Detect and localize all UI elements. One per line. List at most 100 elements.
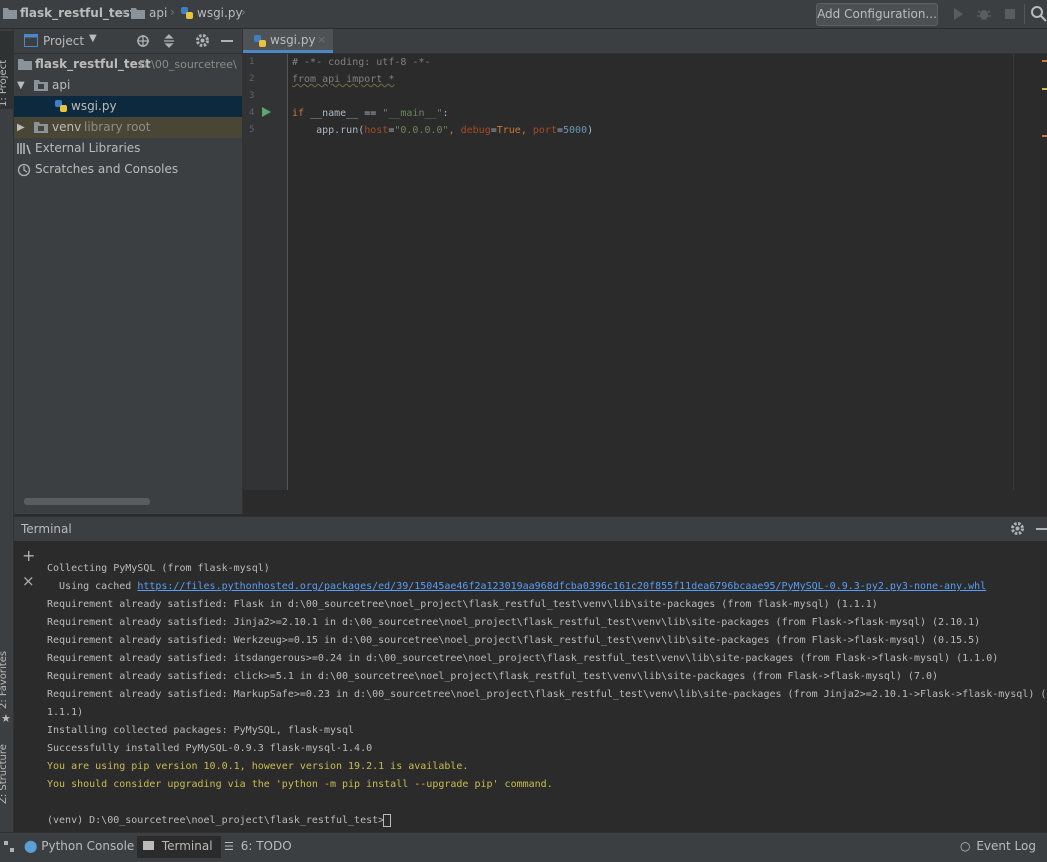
- scratches-icon: [17, 163, 31, 177]
- tree-item-label: wsgi.py: [71, 99, 117, 113]
- tree-item-wsgi[interactable]: wsgi.py: [14, 96, 242, 117]
- code-line-2: from api import *: [292, 74, 394, 85]
- tab-label: Terminal: [161, 839, 213, 853]
- tree-item-project-root[interactable]: flask_restful_test D:\00_sourcetree\: [14, 54, 242, 75]
- breadcrumb-api[interactable]: api: [149, 6, 167, 20]
- terminal-text: 1.1.1): [47, 707, 84, 718]
- tab-label: wsgi.py: [270, 33, 316, 47]
- code-line-4: if __name__ == "__main__":: [292, 108, 449, 119]
- tree-item-scratches[interactable]: Scratches and Consoles: [14, 159, 242, 180]
- terminal-link[interactable]: https://files.pythonhosted.org/packages/…: [137, 581, 986, 592]
- gear-icon[interactable]: [1010, 521, 1025, 536]
- code-token: 5000: [563, 125, 588, 136]
- terminal-header: Terminal: [14, 516, 1047, 542]
- tree-item-external-libraries[interactable]: External Libraries: [14, 138, 242, 159]
- terminal-text: Successfully installed PyMySQL-0.9.3 fla…: [47, 743, 373, 754]
- favorites-tool-tab[interactable]: 2: Favorites: [0, 651, 9, 709]
- terminal-text: Installing collected packages: PyMySQL, …: [47, 725, 355, 736]
- code-token: ==: [358, 108, 383, 119]
- list-icon: ☰: [224, 840, 234, 853]
- code-editor[interactable]: # -*- coding: utf-8 -*- from api import …: [288, 54, 1012, 490]
- gear-icon[interactable]: [195, 33, 210, 48]
- folder-icon: [3, 8, 17, 19]
- terminal-text: (venv) D:\00_sourcetree\noel_project\fla…: [47, 815, 385, 826]
- code-token: __name__: [310, 108, 359, 119]
- project-panel-header: Project ▼: [14, 29, 242, 54]
- scrollbar-thumb[interactable]: [24, 498, 150, 505]
- structure-icon: [4, 841, 14, 852]
- breadcrumb-separator: ›: [121, 5, 126, 19]
- tree-item-hint: library root: [84, 120, 151, 134]
- code-token: ): [587, 125, 594, 136]
- toolbar-divider: [1024, 4, 1025, 24]
- search-icon[interactable]: [1030, 5, 1047, 23]
- terminal-prompt: (venv) D:\00_sourcetree\noel_project\fla…: [47, 814, 392, 827]
- terminal-line: Requirement already satisfied: MarkupSaf…: [47, 689, 1046, 700]
- event-log-tab[interactable]: ○ Event Log: [960, 839, 1036, 853]
- navigation-bar: flask_restful_test › api › wsgi.py › Add…: [0, 0, 1047, 29]
- breadcrumb-separator: ›: [170, 5, 175, 19]
- todo-tab[interactable]: ☰ 6: TODO: [224, 839, 292, 853]
- structure-tool-tab[interactable]: Z: Structure: [0, 744, 9, 804]
- breadcrumb-separator: ›: [241, 5, 246, 19]
- terminal-tab[interactable]: Terminal: [137, 836, 221, 858]
- code-line-1: # -*- coding: utf-8 -*-: [292, 57, 430, 68]
- tree-item-venv[interactable]: ▶ venv library root: [14, 117, 242, 138]
- folder-icon: [18, 59, 32, 70]
- warning-marker[interactable]: [1042, 135, 1047, 137]
- code-token: host: [364, 125, 389, 136]
- terminal-line: Requirement already satisfied: itsdanger…: [47, 653, 998, 664]
- python-icon: ⬤: [24, 839, 38, 853]
- new-session-icon[interactable]: +: [22, 546, 35, 565]
- python-file-icon: [254, 35, 266, 47]
- tab-label: 6: TODO: [240, 839, 292, 853]
- run-gutter-icon[interactable]: [262, 107, 271, 117]
- close-icon[interactable]: ×: [317, 29, 326, 51]
- terminal-output[interactable]: Collecting PyMySQL (from flask-mysql) Us…: [40, 541, 1047, 832]
- terminal-line: You are using pip version 10.0.1, howeve…: [47, 761, 468, 772]
- project-tool-tab[interactable]: 1: Project: [0, 60, 9, 107]
- breadcrumb-project[interactable]: flask_restful_test: [20, 6, 136, 20]
- stop-icon[interactable]: [1001, 5, 1019, 23]
- project-view-dropdown[interactable]: Project: [43, 34, 84, 48]
- terminal-text: Requirement already satisfied: Jinja2>=2…: [47, 617, 981, 628]
- code-token: port: [532, 125, 557, 136]
- code-token: if: [292, 108, 311, 119]
- code-token: :: [442, 108, 449, 119]
- chevron-down-icon[interactable]: ▼: [89, 33, 97, 44]
- code-token: ,: [448, 125, 461, 136]
- code-token: app.run(: [292, 125, 365, 136]
- code-token: "0.0.0.0": [394, 125, 449, 136]
- tab-wsgi[interactable]: wsgi.py ×: [243, 29, 333, 53]
- project-panel: Project ▼ flask_restful_test D:\00_sourc…: [14, 29, 243, 514]
- python-file-icon: [55, 100, 67, 112]
- tree-item-api[interactable]: ▼ api: [14, 75, 242, 96]
- terminal-line: Successfully installed PyMySQL-0.9.3 fla…: [47, 743, 372, 754]
- close-session-icon[interactable]: ×: [22, 572, 35, 590]
- left-tool-strip: 1: Project 2: Favorites ★ Z: Structure: [0, 29, 14, 832]
- chevron-right-icon[interactable]: ▶: [17, 117, 25, 138]
- minimize-icon[interactable]: [221, 40, 233, 42]
- tree-item-label: flask_restful_test: [35, 57, 151, 71]
- editor-tab-bar: wsgi.py ×: [243, 29, 1047, 54]
- collapse-all-icon[interactable]: [162, 34, 176, 48]
- chevron-down-icon[interactable]: ▼: [17, 75, 25, 96]
- run-icon[interactable]: [949, 5, 967, 23]
- python-console-tab[interactable]: ⬤ Python Console: [24, 839, 134, 853]
- code-line-5: app.run(host="0.0.0.0", debug=True, port…: [292, 125, 593, 136]
- line-number: 5: [249, 125, 255, 135]
- folder-icon: [34, 122, 48, 133]
- breadcrumb-file[interactable]: wsgi.py: [197, 6, 243, 20]
- terminal-icon: [143, 841, 154, 850]
- folder-icon: [34, 80, 48, 91]
- warning-marker[interactable]: [1042, 88, 1047, 90]
- project-horizontal-scrollbar[interactable]: [14, 490, 242, 514]
- debug-icon[interactable]: [975, 5, 993, 23]
- add-configuration-button[interactable]: Add Configuration...: [816, 3, 938, 26]
- terminal-text: You are using pip version 10.0.1, howeve…: [47, 761, 469, 772]
- warning-marker[interactable]: [1042, 60, 1047, 62]
- locate-icon[interactable]: [136, 34, 150, 48]
- terminal-text: Requirement already satisfied: Flask in …: [47, 599, 878, 610]
- editor-error-stripe: [1013, 54, 1047, 490]
- minimize-icon[interactable]: [1036, 528, 1047, 530]
